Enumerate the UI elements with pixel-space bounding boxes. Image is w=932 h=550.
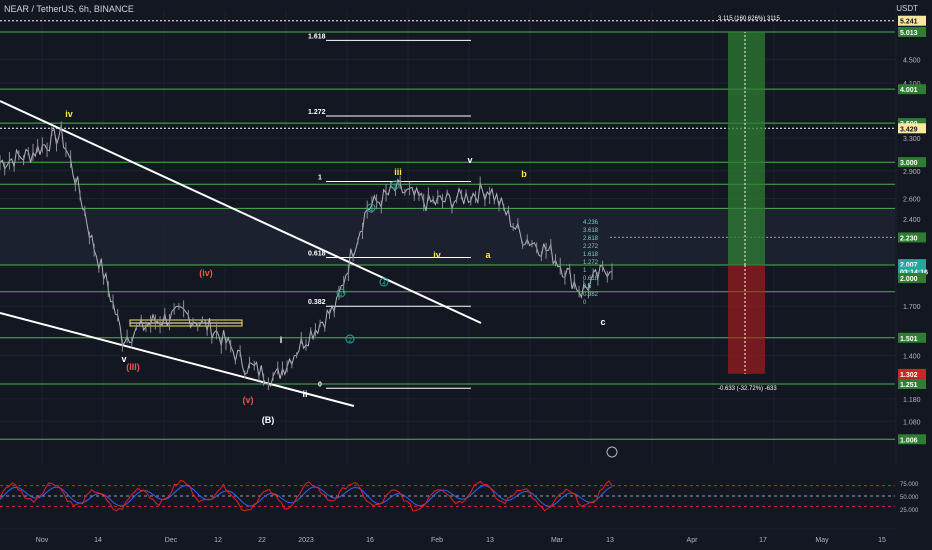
y-tick-label: 1.080 bbox=[903, 419, 921, 426]
wave-label: ii bbox=[302, 389, 307, 399]
x-tick-label: Mar bbox=[551, 537, 564, 544]
small-fib-label: 3.618 bbox=[583, 228, 599, 234]
x-tick-label: Dec bbox=[165, 537, 178, 544]
rsi-tick: 75.000 bbox=[900, 482, 919, 488]
price-tag-label: 2.230 bbox=[900, 235, 918, 242]
price-tag-label: 5.013 bbox=[900, 30, 918, 37]
x-tick-label: 15 bbox=[878, 537, 886, 544]
price-tag-label: 3.429 bbox=[900, 126, 918, 133]
fib-label: 1 bbox=[318, 175, 322, 182]
wave-label: v bbox=[467, 155, 472, 165]
fib-label: 0 bbox=[318, 381, 322, 388]
price-tag-label: 1.006 bbox=[900, 437, 918, 444]
small-fib-label: 2.272 bbox=[583, 244, 599, 250]
wave-label: iv bbox=[65, 109, 73, 119]
y-tick-label: 2.900 bbox=[903, 169, 921, 176]
small-fib-label: 2.618 bbox=[583, 236, 599, 242]
y-tick-label: 1.400 bbox=[903, 353, 921, 360]
stop-label: -0.633 (-32.72%) -633 bbox=[718, 386, 777, 392]
small-fib-label: 1.272 bbox=[583, 260, 599, 266]
target-zone bbox=[728, 32, 765, 266]
x-tick-label: 17 bbox=[759, 537, 767, 544]
price-tag-label: 1.302 bbox=[900, 372, 918, 379]
small-fib-label: 0.382 bbox=[583, 292, 599, 298]
y-tick-label: 1.700 bbox=[903, 304, 921, 311]
wave-label: iv bbox=[433, 250, 441, 260]
price-tag-label: 5.241 bbox=[900, 19, 918, 26]
x-tick-label: 13 bbox=[486, 537, 494, 544]
wave-label: iii bbox=[394, 167, 402, 177]
x-tick-label: Feb bbox=[431, 537, 443, 544]
symbol-title: NEAR / TetherUS, 6h, BINANCE bbox=[4, 4, 134, 14]
y-tick-label: 4.500 bbox=[903, 57, 921, 64]
fib-label: 1.272 bbox=[308, 109, 326, 116]
x-tick-label: 2023 bbox=[298, 537, 314, 544]
price-tag-label: 1.501 bbox=[900, 336, 918, 343]
price-tag-label: 1.251 bbox=[900, 382, 918, 389]
wave-label: c bbox=[600, 317, 605, 327]
fib-label: 1.618 bbox=[308, 33, 326, 40]
x-tick-label: 14 bbox=[94, 537, 102, 544]
price-tag-label: 3.000 bbox=[900, 160, 918, 167]
y-tick-label: 3.300 bbox=[903, 136, 921, 143]
small-fib-label: 4.236 bbox=[583, 220, 599, 226]
small-fib-label: 1.618 bbox=[583, 252, 599, 258]
wave-label: i bbox=[280, 335, 283, 345]
x-tick-label: 12 bbox=[214, 537, 222, 544]
y-tick-label: 2.600 bbox=[903, 196, 921, 203]
target-label: 3.115 (160.626%) 3115 bbox=[718, 16, 780, 22]
wave-label: b bbox=[521, 169, 527, 179]
price-tag-label: 2.000 bbox=[900, 276, 918, 283]
wave-label: (v) bbox=[243, 395, 254, 405]
x-tick-label: May bbox=[815, 537, 829, 544]
rsi-tick: 25.000 bbox=[900, 508, 919, 514]
wave-label: (B) bbox=[262, 415, 275, 425]
stop-zone bbox=[728, 265, 765, 374]
price-tag-label: 4.001 bbox=[900, 87, 918, 94]
wave-label: (iv) bbox=[199, 268, 213, 278]
wave-label: (III) bbox=[126, 362, 140, 372]
currency-label: USDT bbox=[896, 4, 918, 13]
small-fib-label: 0.618 bbox=[583, 276, 599, 282]
x-tick-label: 22 bbox=[258, 537, 266, 544]
x-tick-label: Apr bbox=[687, 537, 699, 544]
fib-label: 0.618 bbox=[308, 251, 326, 258]
x-tick-label: Nov bbox=[36, 537, 49, 544]
fib-label: 0.382 bbox=[308, 299, 326, 306]
y-tick-label: 1.180 bbox=[903, 397, 921, 404]
small-fib-label: 0.5 bbox=[583, 284, 592, 290]
price-chart[interactable]: 4.5004.1003.3002.9002.6002.4001.7001.500… bbox=[0, 0, 932, 550]
x-tick-label: 13 bbox=[606, 537, 614, 544]
y-tick-label: 2.400 bbox=[903, 217, 921, 224]
rsi-tick: 50.000 bbox=[900, 495, 919, 501]
x-tick-label: 16 bbox=[366, 537, 374, 544]
